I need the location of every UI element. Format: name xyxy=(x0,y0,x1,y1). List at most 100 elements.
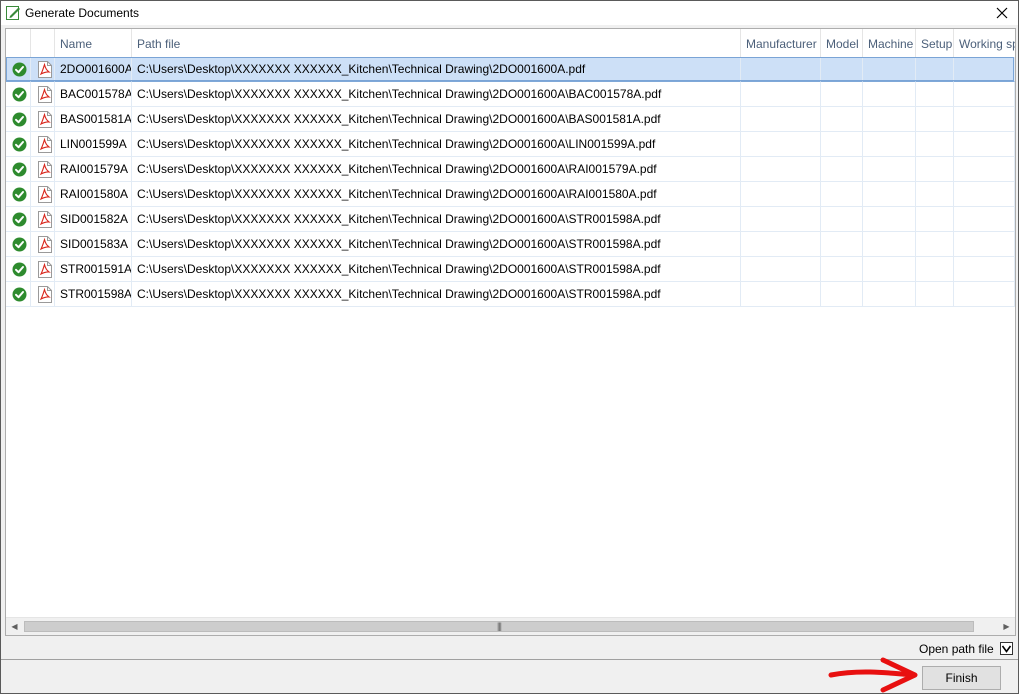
red-arrow-annotation-icon xyxy=(828,657,918,693)
generate-documents-window: Generate Documents ▲ Name Path file Manu… xyxy=(0,0,1019,694)
scroll-right-button[interactable]: ▶ xyxy=(998,618,1015,635)
header-name[interactable]: ▲ Name xyxy=(55,29,132,57)
checkmark-icon xyxy=(1001,645,1012,653)
table-row[interactable]: STR001591A C:\Users\Desktop\XXXXXXX XXXXX… xyxy=(6,257,1015,282)
pdf-icon xyxy=(38,286,52,303)
cell-working xyxy=(954,282,1015,307)
cell-setup xyxy=(916,257,954,282)
cell-working xyxy=(954,107,1015,132)
cell-manufacturer xyxy=(741,232,821,257)
header-setup[interactable]: Setup xyxy=(916,29,954,57)
edit-document-icon xyxy=(6,5,21,20)
cell-setup xyxy=(916,107,954,132)
grip-icon: ||| xyxy=(496,621,502,631)
cell-working xyxy=(954,157,1015,182)
window-title: Generate Documents xyxy=(25,6,140,20)
pdf-icon xyxy=(38,236,52,253)
cell-machine xyxy=(863,57,916,82)
cell-machine xyxy=(863,232,916,257)
cell-path: C:\Users\Desktop\XXXXXXX XXXXXX_Kitchen\… xyxy=(132,282,741,307)
cell-name: SID001583A xyxy=(55,232,132,257)
cell-path: C:\Users\Desktop\XXXXXXX XXXXXX_Kitchen\… xyxy=(132,182,741,207)
cell-setup xyxy=(916,157,954,182)
scroll-left-button[interactable]: ◀ xyxy=(6,618,23,635)
cell-path: C:\Users\Desktop\XXXXXXX XXXXXX_Kitchen\… xyxy=(132,57,741,82)
cell-manufacturer xyxy=(741,157,821,182)
cell-working xyxy=(954,207,1015,232)
header-name-label: Name xyxy=(60,37,93,51)
check-circle-icon xyxy=(12,287,27,302)
pdf-icon xyxy=(38,261,52,278)
header-manufacturer-label: Manufacturer xyxy=(746,37,817,51)
cell-model xyxy=(821,132,863,157)
cell-model xyxy=(821,207,863,232)
pdf-icon xyxy=(38,61,52,78)
cell-model xyxy=(821,257,863,282)
table-row[interactable]: SID001583A C:\Users\Desktop\XXXXXXX XXXXX… xyxy=(6,232,1015,257)
cell-path: C:\Users\Desktop\XXXXXXX XXXXXX_Kitchen\… xyxy=(132,82,741,107)
cell-manufacturer xyxy=(741,282,821,307)
table-row[interactable]: STR001598A C:\Users\Desktop\XXXXXXX XXXXX… xyxy=(6,282,1015,307)
table-row[interactable]: SID001582A C:\Users\Desktop\XXXXXXX XXXXX… xyxy=(6,207,1015,232)
pdf-icon xyxy=(38,161,52,178)
check-circle-icon xyxy=(12,62,27,77)
header-path[interactable]: Path file xyxy=(132,29,741,57)
table-row[interactable]: RAI001580A C:\Users\Desktop\XXXXXXX XXXXX… xyxy=(6,182,1015,207)
cell-working xyxy=(954,257,1015,282)
title-bar[interactable]: Generate Documents xyxy=(1,1,1018,25)
check-circle-icon xyxy=(12,187,27,202)
close-button[interactable] xyxy=(986,1,1018,25)
cell-working xyxy=(954,82,1015,107)
pdf-icon xyxy=(38,111,52,128)
cell-path: C:\Users\Desktop\XXXXXXX XXXXXX_Kitchen\… xyxy=(132,232,741,257)
cell-path: C:\Users\Desktop\XXXXXXX XXXXXX_Kitchen\… xyxy=(132,132,741,157)
cell-setup xyxy=(916,282,954,307)
table-row[interactable]: BAS001581A C:\Users\Desktop\XXXXXXX XXXXX… xyxy=(6,107,1015,132)
header-machine[interactable]: Machine xyxy=(863,29,916,57)
cell-name: SID001582A xyxy=(55,207,132,232)
horizontal-scrollbar[interactable]: ◀ ||| ▶ xyxy=(6,617,1015,635)
header-model[interactable]: Model xyxy=(821,29,863,57)
cell-setup xyxy=(916,232,954,257)
cell-working xyxy=(954,57,1015,82)
header-status[interactable] xyxy=(6,29,31,57)
cell-setup xyxy=(916,82,954,107)
cell-setup xyxy=(916,207,954,232)
table-row[interactable]: 2DO001600A C:\Users\Desktop\XXXXXXX XXXXX… xyxy=(6,57,1015,82)
cell-model xyxy=(821,282,863,307)
documents-grid[interactable]: ▲ Name Path file Manufacturer Model Mach… xyxy=(5,28,1016,636)
table-row[interactable]: RAI001579A C:\Users\Desktop\XXXXXXX XXXXX… xyxy=(6,157,1015,182)
cell-machine xyxy=(863,257,916,282)
cell-manufacturer xyxy=(741,132,821,157)
header-type[interactable] xyxy=(31,29,55,57)
cell-name: STR001598A xyxy=(55,282,132,307)
header-manufacturer[interactable]: Manufacturer xyxy=(741,29,821,57)
cell-machine xyxy=(863,157,916,182)
cell-machine xyxy=(863,107,916,132)
check-circle-icon xyxy=(12,112,27,127)
header-path-label: Path file xyxy=(137,37,181,51)
header-model-label: Model xyxy=(826,37,859,51)
cell-model xyxy=(821,232,863,257)
cell-manufacturer xyxy=(741,57,821,82)
cell-model xyxy=(821,57,863,82)
header-setup-label: Setup xyxy=(921,37,953,51)
cell-model xyxy=(821,157,863,182)
cell-name: BAS001581A xyxy=(55,107,132,132)
cell-setup xyxy=(916,182,954,207)
cell-setup xyxy=(916,132,954,157)
cell-model xyxy=(821,82,863,107)
check-circle-icon xyxy=(12,212,27,227)
table-row[interactable]: LIN001599A C:\Users\Desktop\XXXXXXX XXXXX… xyxy=(6,132,1015,157)
cell-name: 2DO001600A xyxy=(55,57,132,82)
scroll-thumb[interactable]: ||| xyxy=(24,621,974,632)
cell-path: C:\Users\Desktop\XXXXXXX XXXXXX_Kitchen\… xyxy=(132,107,741,132)
cell-machine xyxy=(863,182,916,207)
open-path-file-checkbox[interactable] xyxy=(1000,642,1013,655)
finish-button[interactable]: Finish xyxy=(922,666,1001,690)
header-working[interactable]: Working sp xyxy=(954,29,1015,57)
check-circle-icon xyxy=(12,137,27,152)
cell-setup xyxy=(916,57,954,82)
cell-name: BAC001578A xyxy=(55,82,132,107)
table-row[interactable]: BAC001578A C:\Users\Desktop\XXXXXXX XXXXX… xyxy=(6,82,1015,107)
